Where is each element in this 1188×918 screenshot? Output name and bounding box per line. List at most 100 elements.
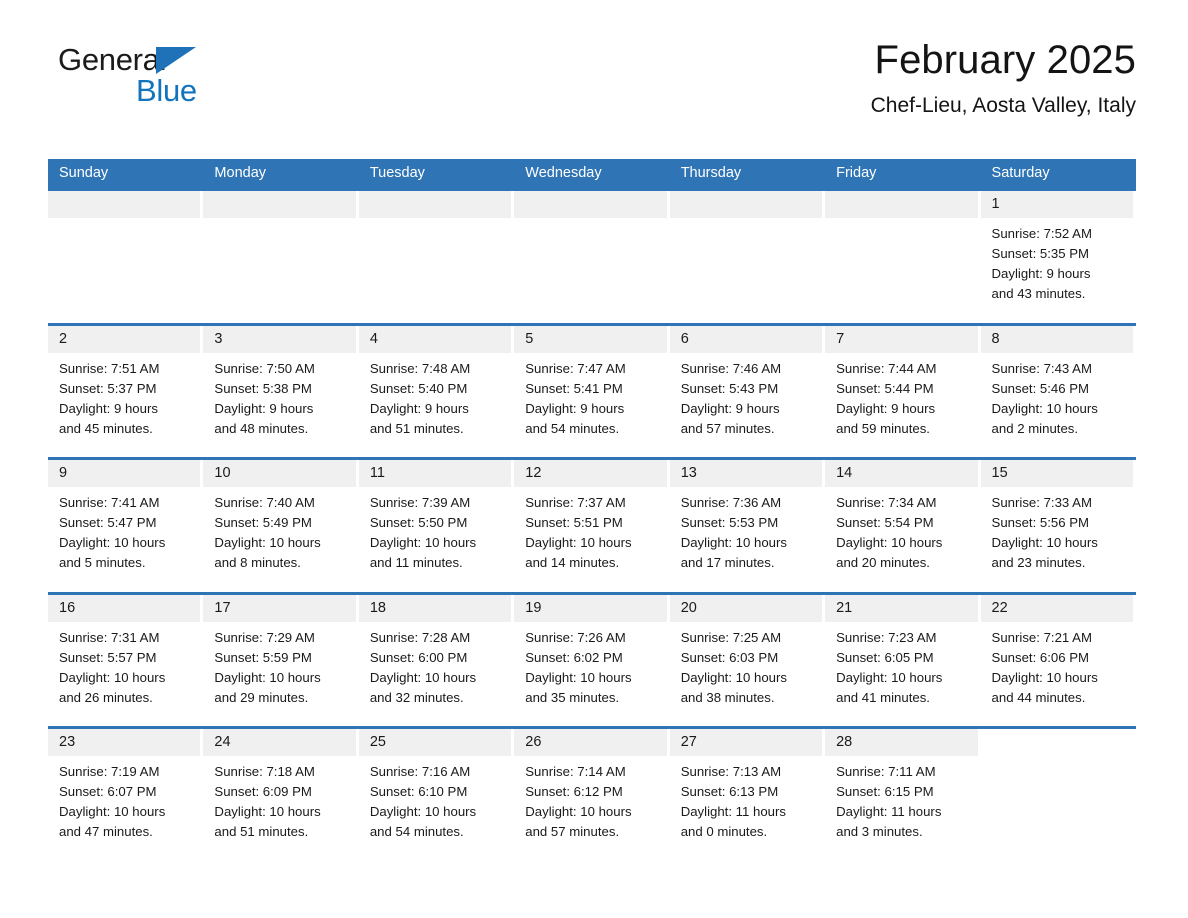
daylight-text-line2: and 20 minutes.	[836, 555, 930, 571]
sunset-text: Sunset: 5:57 PM	[59, 649, 157, 665]
day-cell[interactable]: 27 Sunrise: 7:13 AM Sunset: 6:13 PM Dayl…	[669, 729, 825, 861]
sunrise-text: Sunrise: 7:33 AM	[991, 495, 1092, 510]
day-cell[interactable]: 13 Sunrise: 7:36 AM Sunset: 5:53 PM Dayl…	[669, 460, 825, 592]
day-number: 1	[980, 191, 1133, 218]
sunset-text: Sunset: 5:53 PM	[680, 515, 779, 531]
daylight-text-line1: Daylight: 10 hours	[59, 804, 166, 820]
day-details: Sunrise: 7:47 AM Sunset: 5:41 PM Dayligh…	[514, 353, 666, 439]
weekday-header-friday: Friday	[836, 165, 877, 181]
day-cell[interactable]: 23 Sunrise: 7:19 AM Sunset: 6:07 PM Dayl…	[48, 729, 203, 861]
sunrise-text: Sunrise: 7:23 AM	[836, 629, 937, 645]
day-cell[interactable]: 9 Sunrise: 7:41 AM Sunset: 5:47 PM Dayli…	[48, 460, 203, 592]
day-cell[interactable]: 19 Sunrise: 7:26 AM Sunset: 6:02 PM Dayl…	[514, 594, 669, 727]
day-number: 18	[358, 594, 512, 622]
sunset-text: Sunset: 6:06 PM	[991, 649, 1090, 665]
day-cell[interactable]: 2 Sunrise: 7:51 AM Sunset: 5:37 PM Dayli…	[48, 325, 203, 458]
day-cell[interactable]: 12 Sunrise: 7:37 AM Sunset: 5:51 PM Dayl…	[514, 460, 669, 592]
day-cell[interactable]: 4 Sunrise: 7:48 AM Sunset: 5:40 PM Dayli…	[358, 325, 514, 458]
day-cell[interactable]	[825, 191, 980, 323]
day-number	[981, 729, 1133, 756]
day-number: 23	[48, 729, 201, 756]
daylight-text-line1: Daylight: 9 hours	[59, 400, 158, 416]
day-details: Sunrise: 7:16 AM Sunset: 6:10 PM Dayligh…	[359, 756, 511, 842]
day-cell[interactable]: 5 Sunrise: 7:47 AM Sunset: 5:41 PM Dayli…	[514, 325, 669, 458]
day-details: Sunrise: 7:41 AM Sunset: 5:47 PM Dayligh…	[48, 487, 200, 573]
day-cell[interactable]: 22 Sunrise: 7:21 AM Sunset: 6:06 PM Dayl…	[980, 594, 1136, 727]
day-cell[interactable]: 21 Sunrise: 7:23 AM Sunset: 6:05 PM Dayl…	[825, 594, 980, 727]
day-details: Sunrise: 7:11 AM Sunset: 6:15 PM Dayligh…	[825, 756, 977, 842]
sunrise-text: Sunrise: 7:52 AM	[991, 226, 1092, 241]
day-cell[interactable]: 18 Sunrise: 7:28 AM Sunset: 6:00 PM Dayl…	[358, 594, 514, 727]
day-cell[interactable]: 16 Sunrise: 7:31 AM Sunset: 5:57 PM Dayl…	[48, 594, 203, 727]
logo-text-blue: Blue	[136, 73, 197, 108]
day-cell[interactable]: 20 Sunrise: 7:25 AM Sunset: 6:03 PM Dayl…	[669, 594, 825, 727]
day-details	[203, 218, 355, 224]
sunrise-text: Sunrise: 7:46 AM	[680, 360, 782, 376]
day-details: Sunrise: 7:33 AM Sunset: 5:56 PM Dayligh…	[981, 487, 1133, 573]
sunset-text: Sunset: 5:46 PM	[991, 380, 1090, 396]
week-row: 16 Sunrise: 7:31 AM Sunset: 5:57 PM Dayl…	[48, 591, 1136, 727]
day-number: 2	[48, 325, 201, 353]
day-cell[interactable]: 15 Sunrise: 7:33 AM Sunset: 5:56 PM Dayl…	[980, 460, 1136, 592]
day-cell[interactable]: 11 Sunrise: 7:39 AM Sunset: 5:50 PM Dayl…	[358, 460, 514, 592]
sunrise-text: Sunrise: 7:40 AM	[214, 495, 315, 510]
day-cell[interactable]: 7 Sunrise: 7:44 AM Sunset: 5:44 PM Dayli…	[825, 325, 980, 458]
day-cell[interactable]: 17 Sunrise: 7:29 AM Sunset: 5:59 PM Dayl…	[203, 594, 358, 727]
day-cell[interactable]: 3 Sunrise: 7:50 AM Sunset: 5:38 PM Dayli…	[203, 325, 358, 458]
day-details: Sunrise: 7:36 AM Sunset: 5:53 PM Dayligh…	[670, 487, 822, 573]
day-cell[interactable]: 25 Sunrise: 7:16 AM Sunset: 6:10 PM Dayl…	[358, 729, 514, 861]
day-cell[interactable]	[48, 191, 203, 323]
sunset-text: Sunset: 6:12 PM	[525, 784, 623, 800]
sunset-text: Sunset: 6:05 PM	[836, 649, 934, 665]
day-details	[48, 218, 200, 224]
daylight-text-line1: Daylight: 10 hours	[991, 669, 1098, 685]
day-cell[interactable]	[514, 191, 669, 323]
sunset-text: Sunset: 5:49 PM	[214, 515, 312, 531]
daylight-text-line1: Daylight: 10 hours	[836, 535, 943, 551]
day-number: 12	[514, 460, 667, 487]
day-details: Sunrise: 7:50 AM Sunset: 5:38 PM Dayligh…	[203, 353, 355, 439]
daylight-text-line2: and 17 minutes.	[680, 555, 775, 571]
day-cell[interactable]: 10 Sunrise: 7:40 AM Sunset: 5:49 PM Dayl…	[203, 460, 358, 592]
day-cell[interactable]	[358, 191, 514, 323]
day-details: Sunrise: 7:28 AM Sunset: 6:00 PM Dayligh…	[359, 622, 511, 708]
week-row: 23 Sunrise: 7:19 AM Sunset: 6:07 PM Dayl…	[48, 726, 1136, 861]
title-block: February 2025 Chef-Lieu, Aosta Valley, I…	[871, 38, 1136, 117]
daylight-text-line1: Daylight: 11 hours	[680, 804, 786, 820]
weekday-header-thursday: Thursday	[680, 165, 742, 181]
weekday-header-wednesday: Wednesday	[525, 165, 602, 181]
day-cell[interactable]: 1 Sunrise: 7:52 AM Sunset: 5:35 PM Dayli…	[980, 191, 1136, 323]
daylight-text-line2: and 51 minutes.	[214, 824, 309, 840]
day-cell[interactable]: 14 Sunrise: 7:34 AM Sunset: 5:54 PM Dayl…	[825, 460, 980, 592]
day-cell[interactable]	[669, 191, 825, 323]
day-number: 25	[358, 729, 512, 756]
day-cell[interactable]: 24 Sunrise: 7:18 AM Sunset: 6:09 PM Dayl…	[203, 729, 358, 861]
masthead: General Blue February 2025 Chef-Lieu, Ao…	[48, 0, 1140, 117]
daylight-text-line2: and 38 minutes.	[680, 689, 775, 705]
day-cell[interactable]: 26 Sunrise: 7:14 AM Sunset: 6:12 PM Dayl…	[514, 729, 669, 861]
day-cell[interactable]: 8 Sunrise: 7:43 AM Sunset: 5:46 PM Dayli…	[980, 325, 1136, 458]
day-cell[interactable]: 28 Sunrise: 7:11 AM Sunset: 6:15 PM Dayl…	[825, 729, 980, 861]
sunrise-text: Sunrise: 7:29 AM	[214, 629, 315, 645]
daylight-text-line2: and 32 minutes.	[369, 689, 464, 705]
weekday-header-monday: Monday	[214, 165, 267, 181]
sunset-text: Sunset: 5:56 PM	[991, 515, 1090, 531]
daylight-text-line2: and 45 minutes.	[59, 420, 153, 436]
daylight-text-line1: Daylight: 10 hours	[59, 669, 166, 685]
sunrise-text: Sunrise: 7:25 AM	[680, 629, 782, 645]
day-cell[interactable]	[203, 191, 358, 323]
sunset-text: Sunset: 6:02 PM	[525, 649, 623, 665]
generalblue-logo[interactable]: General Blue	[58, 44, 258, 114]
sunset-text: Sunset: 6:15 PM	[836, 784, 934, 800]
calendar-grid: Sunday Monday Tuesday Wednesday Thursday…	[48, 159, 1136, 861]
sunset-text: Sunset: 6:00 PM	[369, 649, 468, 665]
weekday-header-row: Sunday Monday Tuesday Wednesday Thursday…	[48, 159, 1136, 188]
day-cell[interactable]: 6 Sunrise: 7:46 AM Sunset: 5:43 PM Dayli…	[669, 325, 825, 458]
day-details: Sunrise: 7:29 AM Sunset: 5:59 PM Dayligh…	[203, 622, 355, 708]
sunrise-text: Sunrise: 7:13 AM	[680, 764, 782, 779]
day-number: 28	[825, 729, 978, 756]
daylight-text-line2: and 29 minutes.	[214, 689, 309, 705]
day-number: 15	[980, 460, 1133, 487]
daylight-text-line2: and 48 minutes.	[214, 420, 309, 436]
sunset-text: Sunset: 6:07 PM	[59, 784, 157, 800]
